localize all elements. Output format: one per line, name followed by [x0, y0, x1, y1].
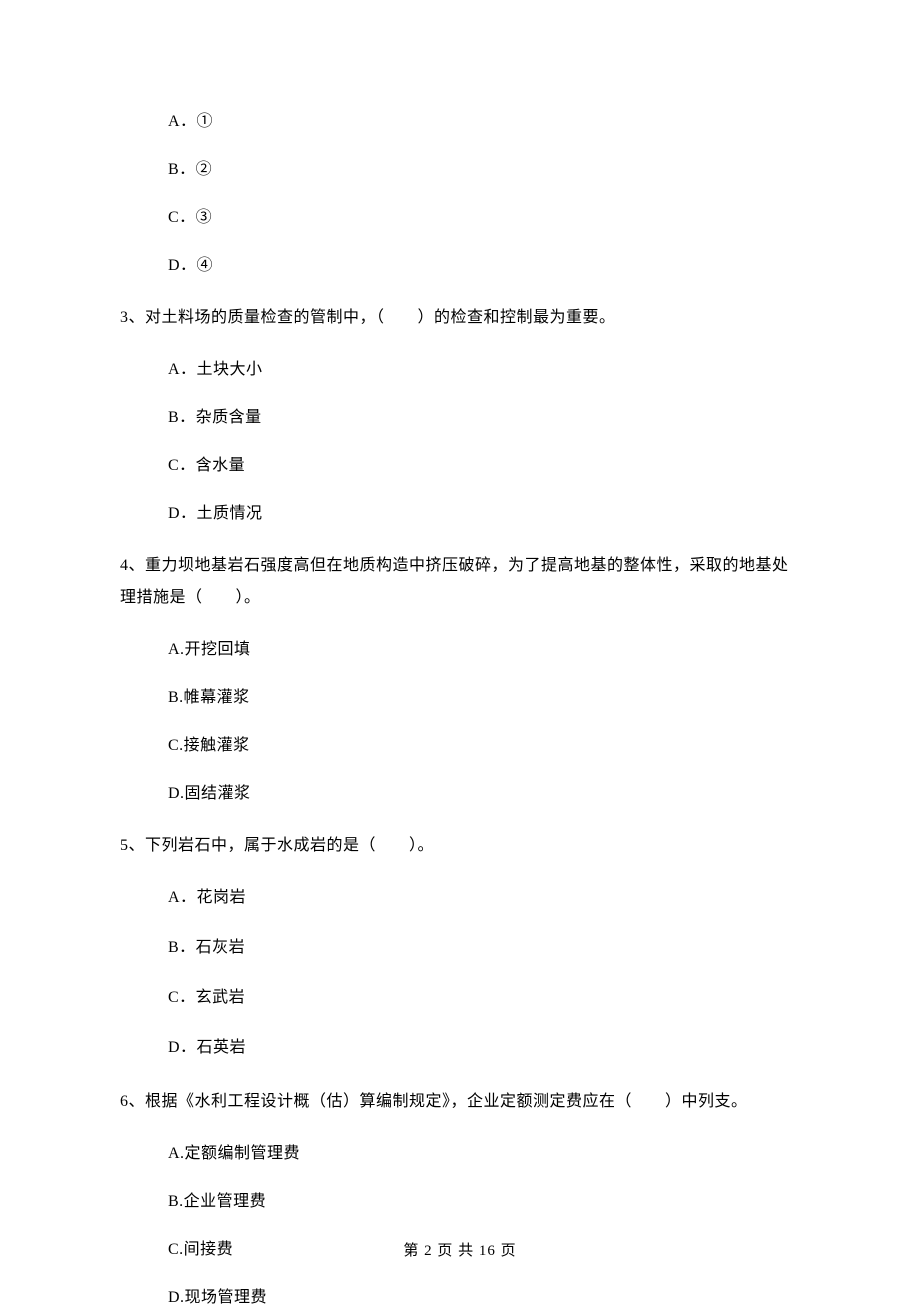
- q5-stem: 5、下列岩石中，属于水成岩的是（ ）。: [120, 830, 800, 862]
- q4-option-d: D.固结灌浆: [120, 782, 800, 806]
- q3-option-d: D．土质情况: [120, 502, 800, 526]
- q4-stem: 4、重力坝地基岩石强度高但在地质构造中挤压破碎，为了提高地基的整体性，采取的地基…: [120, 550, 800, 614]
- q6-option-a: A.定额编制管理费: [120, 1142, 800, 1166]
- q2-option-a: A．①: [120, 110, 800, 134]
- q3-option-b: B．杂质含量: [120, 406, 800, 430]
- q4-option-a: A.开挖回填: [120, 638, 800, 662]
- q6-stem: 6、根据《水利工程设计概（估）算编制规定》，企业定额测定费应在（ ）中列支。: [120, 1086, 800, 1118]
- q6-option-b: B.企业管理费: [120, 1190, 800, 1214]
- q5-option-a: A．花岗岩: [120, 886, 800, 910]
- q3-option-a: A．土块大小: [120, 358, 800, 382]
- q2-option-c: C．③: [120, 206, 800, 230]
- q5-option-c: C．玄武岩: [120, 986, 800, 1010]
- q2-option-d: D．④: [120, 254, 800, 278]
- q2-option-b: B．②: [120, 158, 800, 182]
- page-footer: 第 2 页 共 16 页: [0, 1240, 920, 1263]
- q4-option-c: C.接触灌浆: [120, 734, 800, 758]
- q5-option-b: B．石灰岩: [120, 936, 800, 960]
- q4-option-b: B.帷幕灌浆: [120, 686, 800, 710]
- q3-option-c: C．含水量: [120, 454, 800, 478]
- q3-stem: 3、对土料场的质量检查的管制中，（ ）的检查和控制最为重要。: [120, 302, 800, 334]
- q5-option-d: D．石英岩: [120, 1036, 800, 1060]
- q6-option-d: D.现场管理费: [120, 1286, 800, 1310]
- document-body: A．① B．② C．③ D．④ 3、对土料场的质量检查的管制中，（ ）的检查和控…: [0, 0, 920, 1310]
